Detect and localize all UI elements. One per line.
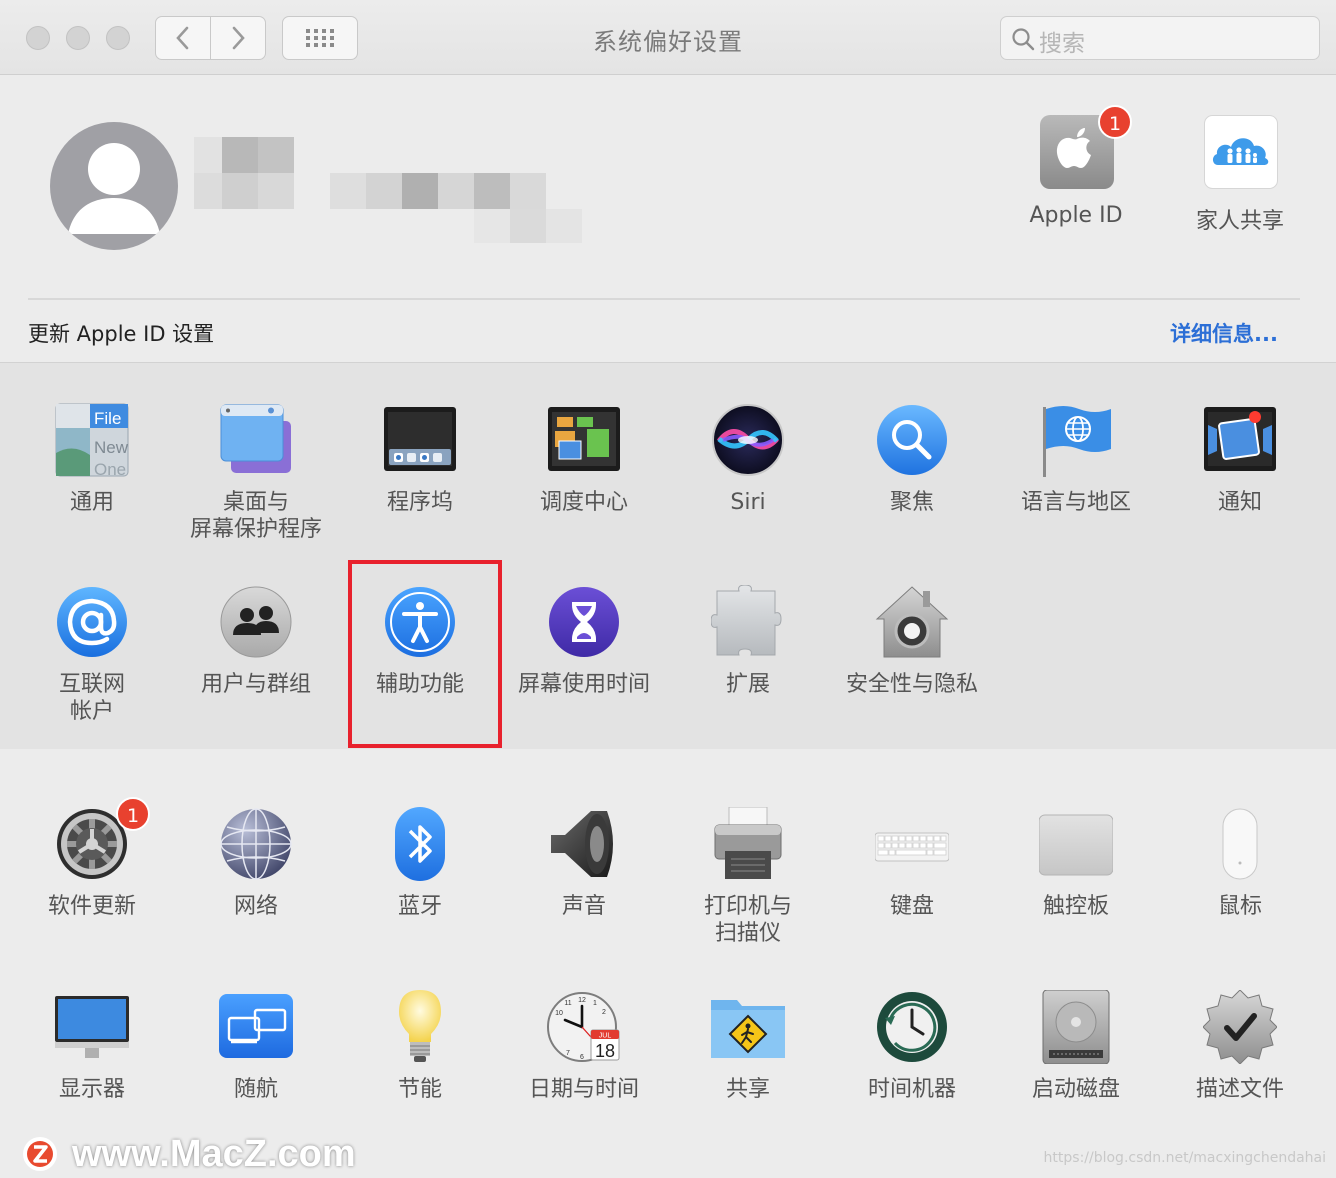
- search-placeholder: 搜索: [1039, 31, 1085, 57]
- bluetooth-icon: [395, 807, 445, 881]
- clock-6-text: 6: [580, 1054, 584, 1061]
- calendar-day-text: 18: [595, 1041, 615, 1061]
- time-machine-label: 时间机器: [867, 1077, 956, 1102]
- globe-flag-icon: [1043, 406, 1111, 477]
- accessibility-highlight-box: [348, 560, 502, 748]
- watermark-text: www.MacZ.com: [72, 1132, 356, 1175]
- general-label: 通用: [69, 490, 114, 515]
- security-privacy-label: 安全性与隐私: [845, 672, 978, 697]
- general-one-text: One: [94, 460, 126, 477]
- extensions-label: 扩展: [725, 672, 770, 697]
- printers-scanners-label: 打印机与 扫描仪: [703, 894, 792, 946]
- sidecar-label: 随航: [233, 1077, 278, 1102]
- macz-watermark: www.MacZ.com: [22, 1130, 356, 1178]
- spotlight-magnifier-icon: [877, 405, 947, 475]
- z-logo-icon: [23, 1137, 57, 1171]
- clock-1-text: 1: [593, 1000, 597, 1007]
- users-icon: [220, 586, 292, 658]
- clock-11-text: 11: [564, 1000, 571, 1007]
- search-field[interactable]: 搜索: [1000, 16, 1320, 60]
- siri-label: Siri: [730, 490, 766, 515]
- keyboard-icon: [875, 832, 949, 862]
- clock-calendar-icon: 12 1 2 11 10 7 6 JUL 18: [547, 992, 620, 1062]
- printer-icon: [714, 807, 782, 879]
- update-apple-id-text: 更新 Apple ID 设置: [28, 322, 215, 346]
- general-file-text: File: [94, 409, 121, 428]
- mission-control-icon: [548, 407, 620, 471]
- spotlight-label: 聚焦: [889, 490, 934, 515]
- watermark-url: https://blog.csdn.net/macxingchendahai: [1043, 1150, 1326, 1166]
- desktop-screensaver-label: 桌面与 屏幕保护程序: [189, 490, 322, 542]
- trackpad-icon: [1039, 814, 1113, 876]
- hardware-prefs-section: [0, 749, 1336, 1178]
- hourglass-icon: [549, 587, 619, 657]
- energy-saver-label: 节能: [397, 1077, 442, 1102]
- search-icon: [1012, 28, 1035, 51]
- language-region-label: 语言与地区: [1020, 490, 1131, 515]
- screen-time-label: 屏幕使用时间: [517, 672, 650, 697]
- sharing-folder-icon: [711, 1000, 785, 1058]
- speaker-icon: [551, 811, 613, 877]
- time-machine-clock-icon: [877, 992, 947, 1062]
- bluetooth-label: 蓝牙: [397, 894, 442, 919]
- display-monitor-icon: [55, 996, 129, 1058]
- trackpad-label: 触控板: [1042, 894, 1109, 919]
- software-update-badge: 1: [116, 797, 150, 831]
- general-new-text: New: [94, 438, 129, 457]
- software-update-label: 软件更新: [47, 894, 136, 919]
- network-label: 网络: [233, 894, 278, 919]
- mouse-icon: [1222, 808, 1258, 880]
- house-lock-icon: [875, 586, 949, 658]
- notifications-icon: [1204, 407, 1276, 471]
- sidecar-icon: [219, 994, 293, 1058]
- mission-control-label: 调度中心: [539, 490, 628, 515]
- calendar-month-text: JUL: [599, 1033, 612, 1040]
- dock-label: 程序坞: [386, 490, 453, 515]
- notifications-label: 通知: [1217, 490, 1262, 515]
- clock-10-text: 10: [555, 1010, 563, 1017]
- apple-id-label: Apple ID: [1029, 203, 1123, 228]
- displays-label: 显示器: [58, 1077, 125, 1102]
- clock-2-text: 2: [602, 1009, 606, 1016]
- apple-id-badge: 1: [1098, 105, 1132, 139]
- date-time-label: 日期与时间: [528, 1077, 639, 1102]
- light-bulb-icon: [399, 990, 441, 1062]
- profiles-label: 描述文件: [1195, 1077, 1284, 1102]
- keyboard-label: 键盘: [889, 894, 934, 919]
- details-link[interactable]: 详细信息...: [1170, 318, 1278, 348]
- clock-12-text: 12: [578, 997, 586, 1004]
- hard-drive-icon: [1042, 990, 1110, 1064]
- puzzle-piece-icon: [711, 585, 782, 656]
- dock-icon: [384, 407, 456, 471]
- sound-label: 声音: [561, 894, 606, 919]
- checkmark-badge-icon: [1203, 990, 1277, 1064]
- users-groups-label: 用户与群组: [200, 672, 311, 697]
- siri-orb-icon: [712, 404, 784, 476]
- family-sharing-pref[interactable]: 家人共享: [1160, 113, 1320, 234]
- family-sharing-label: 家人共享: [1195, 209, 1284, 234]
- internet-accounts-label: 互联网 帐户: [58, 672, 125, 724]
- desktop-window-icon: [220, 404, 291, 473]
- apple-id-pref[interactable]: 1 Apple ID: [996, 105, 1156, 233]
- sharing-label: 共享: [725, 1077, 770, 1102]
- general-file-icon: File New One: [55, 403, 129, 477]
- user-avatar[interactable]: [50, 122, 178, 250]
- clock-7-text: 7: [566, 1050, 570, 1057]
- title-bar: 系统偏好设置 搜索: [0, 0, 1336, 75]
- at-sign-icon: [57, 587, 127, 657]
- network-globe-icon: [220, 808, 292, 880]
- family-cloud-icon: [1204, 115, 1278, 189]
- mouse-label: 鼠标: [1217, 894, 1262, 919]
- account-divider: [28, 298, 1300, 300]
- person-silhouette-icon: [68, 143, 160, 234]
- account-header: 1 Apple ID 家人共享 更新 Apple ID 设置 详细信息...: [0, 75, 1336, 362]
- startup-disk-label: 启动磁盘: [1031, 1077, 1120, 1102]
